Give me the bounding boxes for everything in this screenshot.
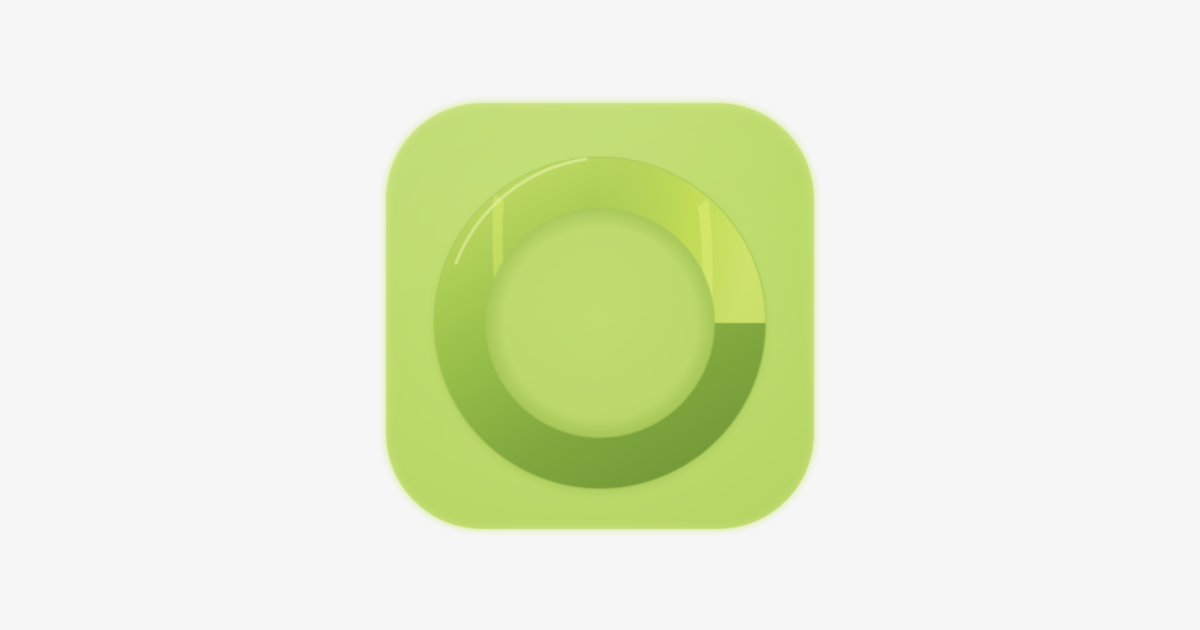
page-canvas [0, 0, 1200, 630]
app-icon [386, 103, 814, 529]
inner-disc [487, 210, 713, 436]
ring-icon [433, 156, 767, 493]
